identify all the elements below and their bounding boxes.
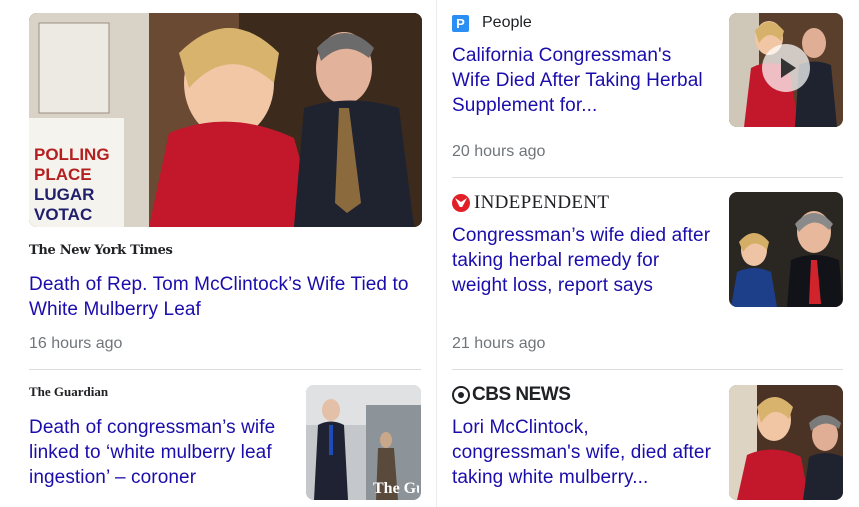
play-icon[interactable] [762,44,810,92]
people-logo-icon: P [452,14,469,32]
eagle-mark [455,198,467,207]
cbs-wordmark: CBS NEWS [472,384,571,405]
independent-photo-illustration [729,192,843,307]
people-headline[interactable]: California Congressman's Wife Died After… [452,43,714,118]
guardian-wordmark: The Guardian [29,384,109,399]
column-divider [436,0,437,507]
independent-eagle-icon [452,194,470,212]
independent-timestamp: 21 hours ago [452,335,546,352]
cbs-eye-icon [452,386,470,404]
feature-image[interactable]: POLLING PLACE LUGAR VOTAC [29,13,422,227]
independent-thumbnail[interactable] [729,192,843,307]
independent-wordmark: INDEPENDENT [474,192,610,213]
left-divider [29,369,421,370]
lugar-sign-text: LUGAR VOTAC [34,185,95,224]
cbs-photo-illustration [729,385,843,500]
guardian-watermark: The Guardi [373,482,419,496]
cbs-thumbnail[interactable] [729,385,843,500]
polling-place-label: POLLING PLACE [34,145,110,184]
publisher-independent[interactable]: INDEPENDENT [452,192,609,214]
publisher-people[interactable]: P People [452,13,532,33]
independent-headline[interactable]: Congressman’s wife died after taking her… [452,223,714,298]
right-divider-2 [452,369,843,370]
guardian-headline[interactable]: Death of congressman’s wife linked to ‘w… [29,415,301,490]
cbs-eye-pupil [458,392,464,398]
feature-headline[interactable]: Death of Rep. Tom McClintock’s Wife Tied… [29,272,414,322]
publisher-guardian[interactable]: The Guardian [29,384,109,399]
cbs-headline[interactable]: Lori McClintock, congressman's wife, die… [452,415,714,490]
people-label: People [482,14,532,31]
people-timestamp: 20 hours ago [452,143,546,160]
polling-sign-text: POLLING PLACE [34,125,122,185]
publisher-nyt[interactable]: The New York Times [29,243,173,258]
people-thumbnail[interactable] [729,13,843,127]
publisher-cbs[interactable]: CBS NEWS [452,384,571,406]
guardian-thumbnail[interactable]: The Guardi [306,385,421,500]
feature-timestamp: 16 hours ago [29,335,123,352]
play-triangle [781,58,796,78]
right-divider-1 [452,177,843,178]
